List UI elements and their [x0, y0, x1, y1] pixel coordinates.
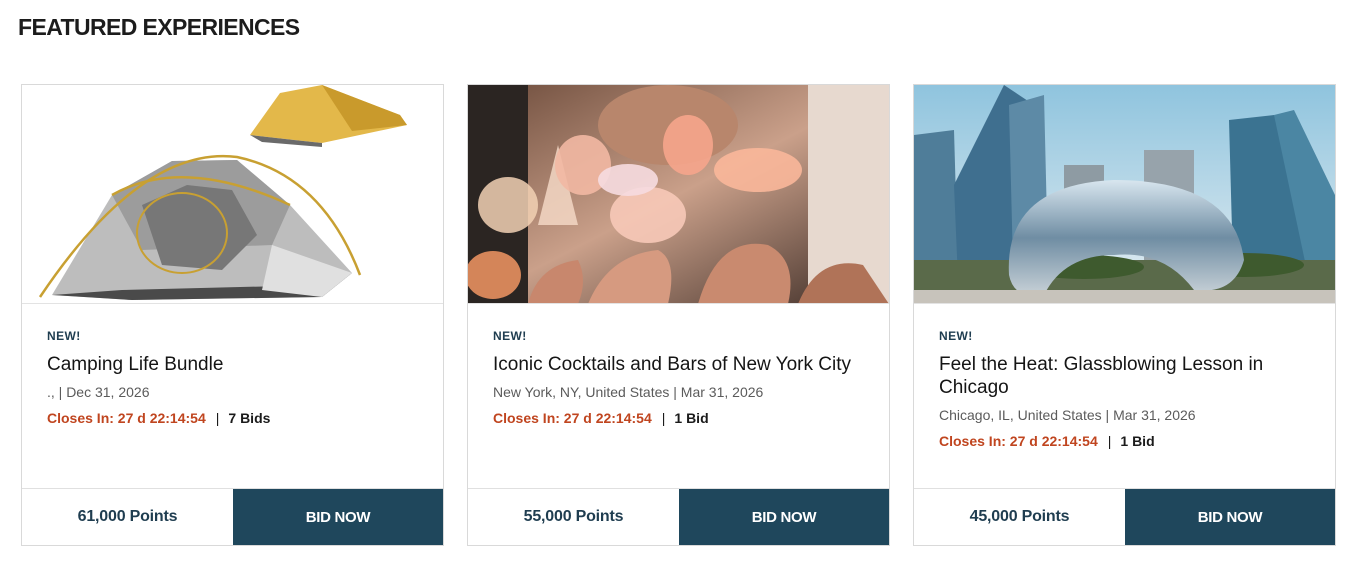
bid-now-button[interactable]: BID NOW	[679, 489, 889, 545]
card-image-cocktails[interactable]	[468, 85, 889, 304]
card-status: Closes In: 27 d 22:14:54 | 1 Bid	[493, 410, 869, 426]
bid-count: 1 Bid	[1120, 433, 1155, 449]
eye-icon[interactable]	[399, 93, 431, 115]
points-value: 55,000 Points	[523, 508, 624, 525]
status-separator: |	[215, 410, 220, 426]
new-badge: NEW!	[47, 329, 81, 343]
card-footer: 45,000 Points BID NOW	[914, 488, 1335, 545]
new-badge: NEW!	[939, 329, 973, 343]
card-image-tent[interactable]	[22, 85, 443, 304]
card-body: NEW! Iconic Cocktails and Bars of New Yo…	[493, 329, 869, 426]
points-value: 45,000 Points	[969, 508, 1070, 525]
section-title: FEATURED EXPERIENCES	[18, 14, 300, 40]
card-footer: 61,000 Points BID NOW	[22, 488, 443, 545]
card-title[interactable]: Feel the Heat: Glassblowing Lesson in Ch…	[939, 353, 1315, 399]
eye-icon[interactable]	[845, 93, 877, 115]
bid-now-button[interactable]: BID NOW	[1125, 489, 1335, 545]
closes-in-countdown: Closes In: 27 d 22:14:54	[47, 410, 206, 426]
new-badge: NEW!	[493, 329, 527, 343]
card-title[interactable]: Camping Life Bundle	[47, 353, 423, 376]
experience-card[interactable]: NEW! Feel the Heat: Glassblowing Lesson …	[913, 84, 1336, 546]
card-footer: 55,000 Points BID NOW	[468, 488, 889, 545]
status-separator: |	[661, 410, 666, 426]
experience-card[interactable]: NEW! Camping Life Bundle ., | Dec 31, 20…	[21, 84, 444, 546]
closes-in-countdown: Closes In: 27 d 22:14:54	[939, 433, 1098, 449]
bid-now-button[interactable]: BID NOW	[233, 489, 443, 545]
eye-icon[interactable]	[1291, 93, 1323, 115]
chicago-bean-image	[914, 85, 1335, 303]
experience-card[interactable]: NEW! Iconic Cocktails and Bars of New Yo…	[467, 84, 890, 546]
card-status: Closes In: 27 d 22:14:54 | 7 Bids	[47, 410, 423, 426]
closes-in-countdown: Closes In: 27 d 22:14:54	[493, 410, 652, 426]
cocktails-image	[468, 85, 889, 303]
card-location-date: New York, NY, United States | Mar 31, 20…	[493, 384, 764, 400]
card-image-chicago[interactable]	[914, 85, 1335, 304]
tent-image	[22, 85, 443, 303]
card-body: NEW! Camping Life Bundle ., | Dec 31, 20…	[47, 329, 423, 426]
card-status: Closes In: 27 d 22:14:54 | 1 Bid	[939, 433, 1315, 449]
status-separator: |	[1107, 433, 1112, 449]
points-value: 61,000 Points	[77, 508, 178, 525]
card-body: NEW! Feel the Heat: Glassblowing Lesson …	[939, 329, 1315, 449]
card-location-date: Chicago, IL, United States | Mar 31, 202…	[939, 407, 1196, 423]
bid-count: 1 Bid	[674, 410, 709, 426]
card-location-date: ., | Dec 31, 2026	[47, 384, 150, 400]
bid-count: 7 Bids	[228, 410, 271, 426]
card-title[interactable]: Iconic Cocktails and Bars of New York Ci…	[493, 353, 869, 376]
